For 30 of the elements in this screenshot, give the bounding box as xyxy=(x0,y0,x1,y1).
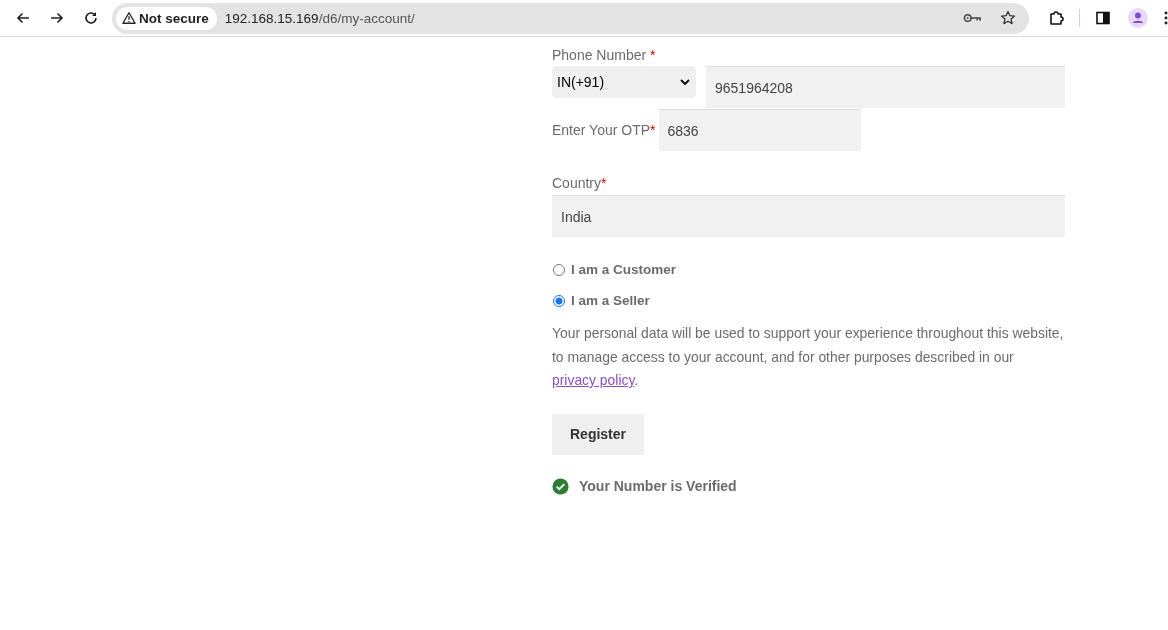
check-icon xyxy=(552,477,569,495)
reload-icon[interactable] xyxy=(83,10,99,26)
forward-icon[interactable] xyxy=(49,10,65,26)
warning-icon xyxy=(122,11,136,25)
puzzle-icon[interactable] xyxy=(1048,10,1065,26)
radio-label[interactable]: I am a Customer xyxy=(571,262,677,277)
country-input[interactable]: India xyxy=(552,195,1065,237)
menu-icon[interactable] xyxy=(1164,10,1168,26)
security-chip[interactable]: Not secure xyxy=(116,6,217,30)
verification-status: Your Number is Verified xyxy=(579,478,737,494)
country-code-dropdown[interactable]: IN(+91) xyxy=(552,66,696,98)
address-bar[interactable]: Not secure 192.168.15.169/d6/my-account/ xyxy=(112,2,1030,34)
chevron-icon xyxy=(680,79,690,85)
profile-icon[interactable] xyxy=(1128,8,1149,28)
privacy-notice: Your personal data will be used to support your experience throughout this website, to manage access to your account, and for other purposes described in our privacy policy. xyxy=(552,324,1065,390)
security-label: Not secure xyxy=(139,10,209,26)
side-panel-icon[interactable] xyxy=(1095,10,1112,26)
register-button[interactable]: Register xyxy=(552,413,644,455)
url-host: 192.168.15.169 xyxy=(224,10,319,26)
key-icon[interactable] xyxy=(963,12,983,24)
star-icon[interactable] xyxy=(1000,10,1017,26)
field-label: Enter Your OTP* xyxy=(552,121,656,140)
url-path: /d6/my-account/ xyxy=(318,10,415,26)
radio-button[interactable] xyxy=(553,294,565,307)
phone-input[interactable]: 9651964208 xyxy=(706,66,1065,108)
back-icon[interactable] xyxy=(15,10,31,26)
field-label: Country* xyxy=(552,174,608,193)
otp-input[interactable]: 6836 xyxy=(658,109,861,151)
field-label: Phone Number * xyxy=(552,46,657,65)
radio-label[interactable]: I am a Seller xyxy=(571,293,650,308)
